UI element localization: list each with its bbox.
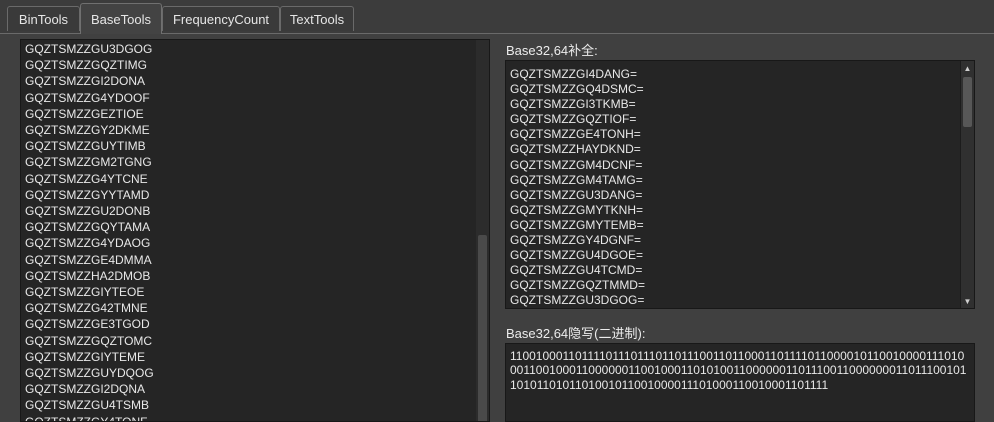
list-item[interactable]: GQZTSMZZG4YTCNE — [21, 171, 489, 187]
padding-output[interactable]: GQZTSMZZGI4DANG= GQZTSMZZGQ4DSMC= GQZTSMZZ… — [505, 60, 975, 309]
stego-label: Base32,64隐写(二进制): — [506, 326, 646, 341]
list-item[interactable]: GQZTSMZZG4YDAOG — [21, 235, 489, 251]
list-item[interactable]: GQZTSMZZGU4TSMB — [21, 397, 489, 413]
list-item[interactable]: GQZTSMZZGY2DKME — [21, 122, 489, 138]
list-item[interactable]: GQZTSMZZGIYTEME — [21, 349, 489, 365]
padding-line: GQZTSMZZHAYDKND= — [510, 142, 641, 157]
input-list-items: GQZTSMZZGU3DGOG GQZTSMZZGQZTIMG GQZTSMZZGI… — [21, 40, 489, 421]
padding-line: GQZTSMZZGU3DANG= — [510, 187, 643, 202]
list-item[interactable]: GQZTSMZZGUYDQOG — [21, 365, 489, 381]
list-item[interactable]: GQZTSMZZGI2DONA — [21, 73, 489, 89]
list-item[interactable]: GQZTSMZZGYYTAMD — [21, 187, 489, 203]
tab-frequencycount[interactable]: FrequencyCount — [162, 6, 280, 31]
list-item[interactable]: GQZTSMZZGQYTAMA — [21, 219, 489, 235]
list-item[interactable]: GQZTSMZZGUYTIMB — [21, 138, 489, 154]
padding-line: GQZTSMZZGMYTKNH= — [510, 202, 643, 217]
input-list-scrollbar[interactable] — [476, 40, 489, 421]
padding-line: GQZTSMZZGMYTEMB= — [510, 217, 644, 232]
list-item[interactable]: GQZTSMZZG42TMNE — [21, 300, 489, 316]
list-item[interactable]: GQZTSMZZGEZTIOE — [21, 106, 489, 122]
tab-bar: BinTools BaseTools FrequencyCount TextTo… — [0, 0, 994, 34]
list-item[interactable]: GQZTSMZZGQZTIMG — [21, 57, 489, 73]
padding-line: GQZTSMZZGI3TKMB= — [510, 97, 636, 112]
stego-output[interactable]: 1100100011011110111011101101110011011000… — [505, 343, 975, 422]
padding-line: GQZTSMZZGM4TAMG= — [510, 172, 643, 187]
scroll-up-arrow-icon[interactable]: ▲ — [961, 61, 974, 75]
tab-basetools[interactable]: BaseTools — [80, 3, 162, 34]
tab-texttools[interactable]: TextTools — [280, 6, 354, 31]
list-item[interactable]: GQZTSMZZGIYTEOE — [21, 284, 489, 300]
padding-output-scrollbar[interactable]: ▲ ▼ — [960, 61, 974, 308]
padding-line: GQZTSMZZGM4DCNF= — [510, 157, 643, 172]
stego-binary-text: 1100100011011110111011101101110011011000… — [510, 349, 967, 392]
list-item[interactable]: GQZTSMZZHA2DMOB — [21, 268, 489, 284]
list-item[interactable]: GQZTSMZZGQZTOMC — [21, 333, 489, 349]
input-list[interactable]: GQZTSMZZGU3DGOG GQZTSMZZGQZTIMG GQZTSMZZGI… — [20, 39, 490, 422]
list-item[interactable]: GQZTSMZZGI2DQNA — [21, 381, 489, 397]
padding-line: GQZTSMZZGU3DGOG= — [510, 293, 645, 308]
scroll-down-arrow-icon[interactable]: ▼ — [961, 294, 974, 308]
padding-line: GQZTSMZZGU4TCMD= — [510, 263, 643, 278]
padding-line: GQZTSMZZGQ4DSMC= — [510, 82, 644, 97]
list-item[interactable]: GQZTSMZZGE4DMMA — [21, 252, 489, 268]
padding-line: GQZTSMZZGU4DGOE= — [510, 248, 644, 263]
list-item[interactable]: GQZTSMZZGE3TGOD — [21, 316, 489, 332]
padding-line: GQZTSMZZGQZTMMD= — [510, 278, 645, 293]
list-item[interactable]: GQZTSMZZGM2TGNG — [21, 154, 489, 170]
tab-bintools[interactable]: BinTools — [7, 6, 80, 31]
padding-line: GQZTSMZZGE4TONH= — [510, 127, 641, 142]
input-list-scroll-thumb[interactable] — [478, 235, 487, 421]
padding-output-lines: GQZTSMZZGI4DANG= GQZTSMZZGQ4DSMC= GQZTSMZZ… — [506, 61, 974, 308]
padding-line: GQZTSMZZGY4DGNF= — [510, 233, 642, 248]
list-item[interactable]: GQZTSMZZGY4TONF — [21, 414, 489, 421]
list-item[interactable]: GQZTSMZZGU3DGOG — [21, 41, 489, 57]
list-item[interactable]: GQZTSMZZGU2DONB — [21, 203, 489, 219]
padding-label: Base32,64补全: — [506, 43, 598, 58]
padding-line: GQZTSMZZGI4DANG= — [510, 67, 638, 81]
padding-line: GQZTSMZZGQZTIOF= — [510, 112, 637, 127]
list-item[interactable]: GQZTSMZZG4YDOOF — [21, 90, 489, 106]
padding-output-scroll-thumb[interactable] — [963, 77, 972, 127]
